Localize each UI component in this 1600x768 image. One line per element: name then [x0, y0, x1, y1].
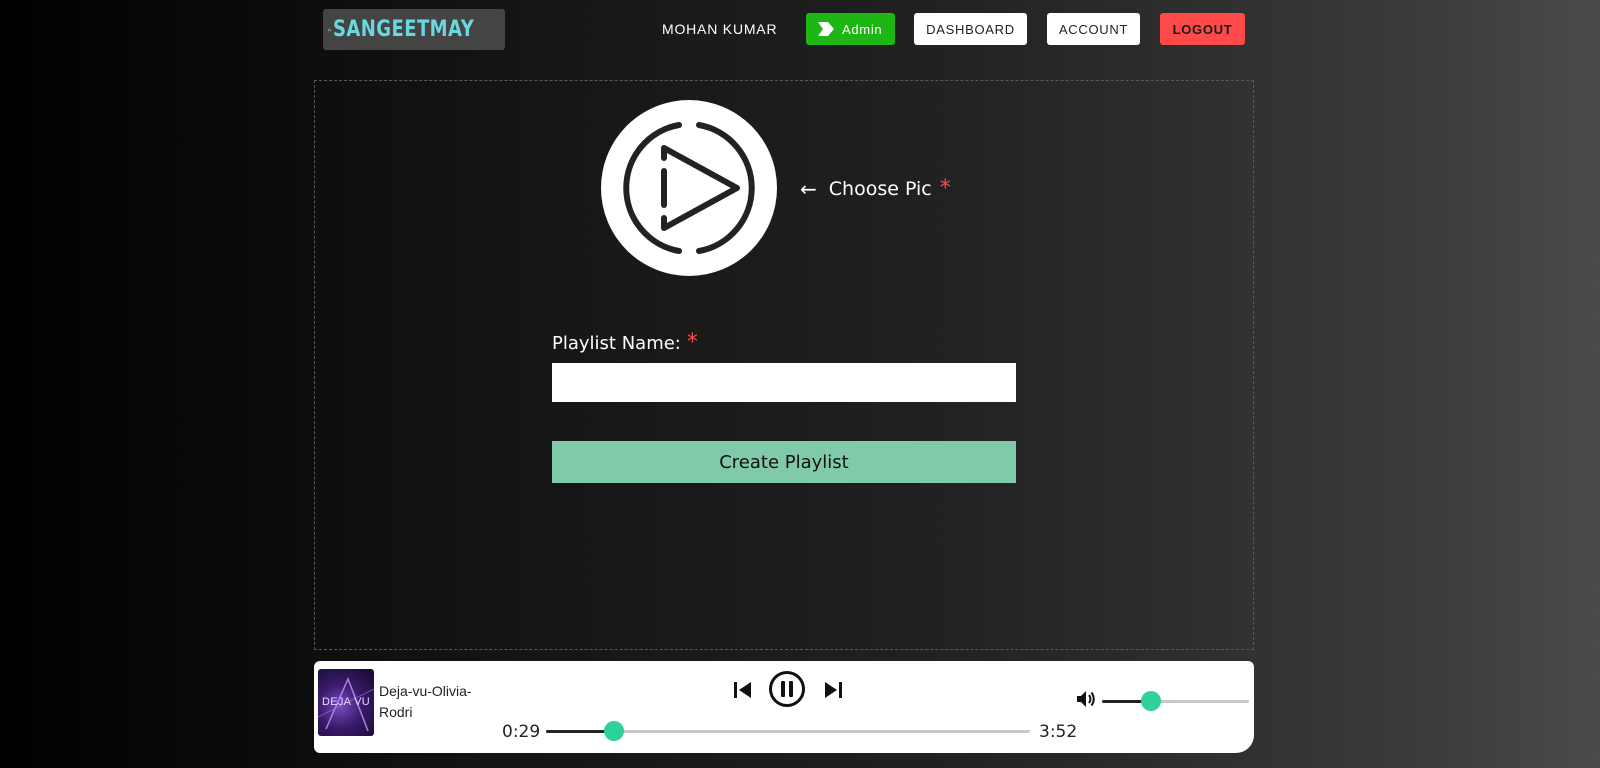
headphones-icon — [328, 28, 331, 31]
skip-next-icon[interactable] — [822, 679, 844, 701]
required-mark: * — [939, 176, 951, 201]
admin-label: Admin — [842, 21, 883, 37]
album-art-text: DEJA VU — [322, 696, 370, 708]
choose-pic-label: ← Choose Pic * — [800, 176, 951, 201]
admin-badge[interactable]: Admin — [806, 13, 895, 45]
pause-circle-icon[interactable] — [768, 670, 806, 708]
album-art: DEJA VU — [318, 669, 374, 736]
playlist-pic-picker[interactable] — [601, 100, 777, 276]
choose-pic-text: Choose Pic — [828, 177, 932, 200]
create-playlist-button[interactable]: Create Playlist — [552, 441, 1016, 483]
playlist-name-label-text: Playlist Name: — [552, 333, 681, 354]
brand-logo[interactable]: SANGEETMAY — [323, 9, 505, 50]
progress-thumb[interactable] — [603, 721, 624, 741]
volume-icon[interactable] — [1075, 689, 1097, 709]
progress-slider[interactable] — [546, 721, 1030, 741]
account-button[interactable]: ACCOUNT — [1047, 13, 1140, 45]
arrow-tag-icon — [818, 22, 834, 36]
volume-thumb[interactable] — [1140, 691, 1161, 711]
music-player: DEJA VU Deja-vu-Olivia-Rodri 0:29 3:52 — [314, 661, 1254, 753]
arrow-left-icon: ← — [800, 176, 817, 201]
user-name: MOHAN KUMAR — [662, 21, 778, 37]
play-circle-icon — [623, 122, 755, 254]
dashboard-button[interactable]: DASHBOARD — [914, 13, 1027, 45]
playlist-name-input[interactable] — [552, 363, 1016, 402]
current-time: 0:29 — [502, 722, 541, 742]
volume-slider[interactable] — [1102, 691, 1249, 711]
total-time: 3:52 — [1039, 722, 1078, 742]
skip-previous-icon[interactable] — [732, 679, 754, 701]
playlist-name-label: Playlist Name: * — [552, 330, 698, 355]
logout-button[interactable]: LOGOUT — [1160, 13, 1245, 45]
required-mark: * — [686, 330, 698, 355]
track-title: Deja-vu-Olivia-Rodri — [379, 683, 472, 720]
brand-name: SANGEETMAY — [332, 17, 475, 42]
